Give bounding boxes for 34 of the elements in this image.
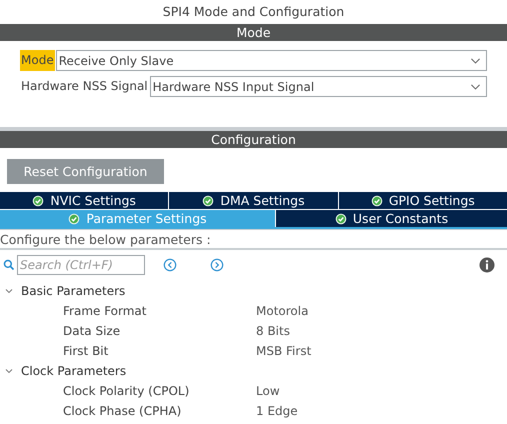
search-field[interactable]: Search (Ctrl+F) bbox=[17, 255, 145, 275]
section-header: Configuration bbox=[0, 131, 507, 148]
info-icon[interactable] bbox=[479, 257, 495, 273]
panel-title: SPI4 Mode and Configuration bbox=[162, 3, 346, 21]
instructions-text: Configure the below parameters : bbox=[0, 230, 507, 250]
field-label: Mode bbox=[20, 50, 55, 71]
parameter-name: Clock Phase (CPHA) bbox=[62, 404, 182, 418]
tab[interactable]: GPIO Settings bbox=[338, 192, 507, 209]
field-label: Hardware NSS Signal bbox=[20, 78, 149, 95]
check-circle-icon bbox=[202, 194, 214, 206]
parameter-name: Data Size bbox=[62, 324, 122, 338]
parameter-value: 1 Edge bbox=[256, 404, 298, 418]
tab[interactable]: NVIC Settings bbox=[0, 192, 168, 209]
check-circle-icon bbox=[68, 212, 80, 224]
group-label[interactable]: Basic Parameters bbox=[21, 284, 126, 298]
parameter-value: Low bbox=[256, 384, 280, 398]
parameter-name: Clock Polarity (CPOL) bbox=[62, 384, 190, 398]
dropdown[interactable]: Hardware NSS Input Signal bbox=[150, 76, 487, 97]
dropdown[interactable]: Receive Only Slave bbox=[56, 50, 487, 71]
section-header: Mode bbox=[0, 24, 507, 41]
search-icon bbox=[3, 259, 15, 271]
previous-icon[interactable] bbox=[163, 258, 177, 272]
check-circle-icon bbox=[32, 194, 44, 206]
parameter-value: 8 Bits bbox=[256, 324, 290, 338]
parameter-name: First Bit bbox=[62, 344, 110, 358]
parameter-value: MSB First bbox=[256, 344, 312, 358]
group-label[interactable]: Clock Parameters bbox=[21, 364, 126, 378]
parameter-value: Motorola bbox=[256, 304, 308, 318]
parameter-name: Frame Format bbox=[62, 304, 148, 318]
next-icon[interactable] bbox=[210, 258, 224, 272]
tab[interactable]: User Constants bbox=[275, 210, 507, 227]
check-circle-icon bbox=[370, 194, 383, 206]
check-circle-icon bbox=[334, 212, 347, 224]
tab[interactable]: DMA Settings bbox=[168, 192, 338, 209]
